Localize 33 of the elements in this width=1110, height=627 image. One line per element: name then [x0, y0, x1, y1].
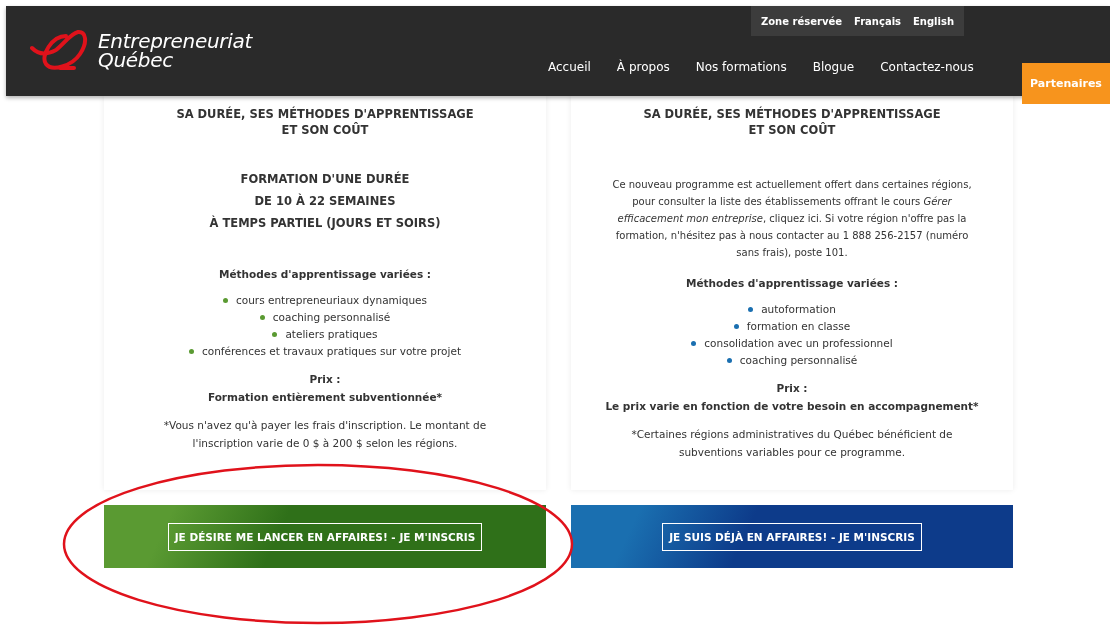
- logo-wordmark[interactable]: Entrepreneuriat Québec: [98, 32, 252, 70]
- method-item: formation en classe: [746, 319, 851, 334]
- duration-text: DE 10 À 22 SEMAINES: [253, 192, 397, 210]
- duration-text: À TEMPS PARTIEL (JOURS ET SOIRS): [208, 214, 442, 232]
- methods-title: Méthodes d'apprentissage variées :: [218, 268, 432, 280]
- top-link[interactable]: English: [907, 15, 961, 27]
- footnote-text: *Vous n'avez qu'à payer les frais d'inscription. Le montant de l'inscription varie de 0 $ à 200 $ selon les régions.: [162, 418, 488, 451]
- nav-link[interactable]: À propos: [603, 60, 683, 74]
- price-value: Formation entièrement subventionnée*: [206, 390, 444, 405]
- nav-link[interactable]: Accueil: [535, 60, 604, 74]
- price-label: Prix :: [308, 372, 342, 387]
- intro-paragraph: Ce nouveau programme est actuellement offert dans certaines régions, pour consulter la liste des établissements offrant le cours Gérer efficacement mon entreprise, cliquez ici. Si votre région n'offre pas la formation, n'hésitez pas à nous contacter au 1 888 256-2157 (numéro sans frais), poste 101.: [611, 178, 973, 260]
- top-link[interactable]: Français: [847, 15, 907, 27]
- signup-button[interactable]: JE DÉSIRE ME LANCER EN AFFAIRES! - JE M'INSCRIS: [167, 522, 483, 551]
- method-item: ateliers pratiques: [285, 327, 378, 342]
- nav-link[interactable]: Contactez-nous: [867, 60, 987, 74]
- method-item: consolidation avec un professionnel: [704, 336, 893, 351]
- nav-link[interactable]: Nos formations: [682, 60, 800, 74]
- nav-link[interactable]: Blogue: [799, 60, 868, 74]
- method-item: cours entrepreneuriaux dynamiques: [236, 293, 427, 308]
- top-link[interactable]: Zone réservée: [755, 15, 848, 27]
- card-heading: SA DURÉE, SES MÉTHODES D'APPRENTISSAGE ET SON COÛT: [175, 106, 475, 138]
- methods-title: Méthodes d'apprentissage variées :: [685, 277, 899, 289]
- footnote-text: *Certaines régions administratives du Québec bénéficient de subventions variables pour ce programme.: [630, 427, 954, 460]
- signup-button[interactable]: JE SUIS DÉJÀ EN AFFAIRES! - JE M'INSCRIS: [662, 522, 922, 551]
- price-value: Le prix varie en fonction de votre besoin en accompagnement*: [604, 399, 980, 414]
- card-heading: SA DURÉE, SES MÉTHODES D'APPRENTISSAGE ET SON COÛT: [642, 106, 942, 138]
- duration-text: FORMATION D'UNE DURÉE: [239, 170, 411, 188]
- method-item: coaching personnalisé: [739, 353, 858, 368]
- method-item: autoformation: [761, 302, 836, 317]
- price-label: Prix :: [775, 381, 809, 396]
- method-item: conférences et travaux pratiques sur votre projet: [202, 344, 461, 359]
- method-item: coaching personnalisé: [272, 310, 391, 325]
